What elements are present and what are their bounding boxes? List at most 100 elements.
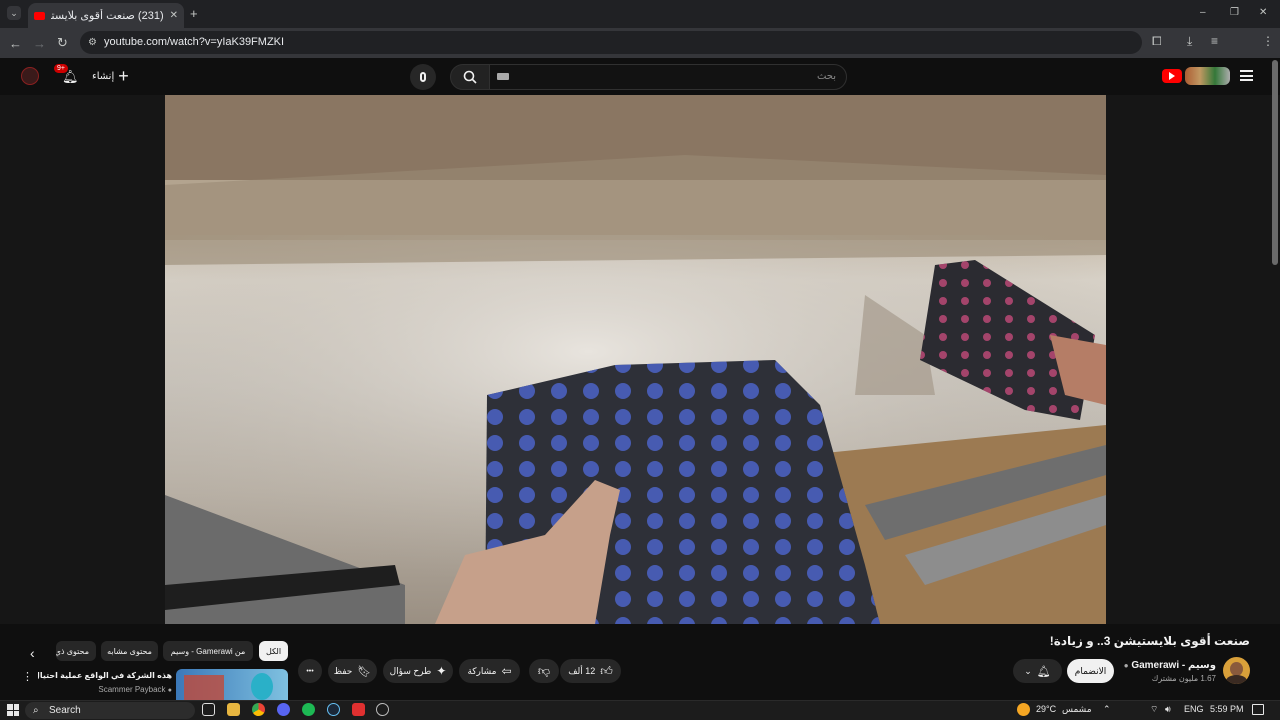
thumbs-down-icon: 👎︎ — [537, 663, 551, 678]
chevron-down-icon: ⌄ — [1024, 665, 1032, 676]
search-icon: ⌕ — [33, 705, 39, 716]
dislike-button[interactable]: 👎︎ — [529, 659, 559, 683]
chips-prev-arrow-icon[interactable]: ‹ — [30, 645, 35, 661]
start-button-icon[interactable] — [7, 704, 19, 716]
extensions-icon[interactable]: ⧠ — [1152, 35, 1162, 47]
create-label: إنشاء — [92, 70, 115, 82]
like-count: 12 ألف — [568, 665, 596, 676]
browser-tab-strip: ⌄ ✕ (231) صنعت أقوى بلايستيشن + – ❐ ✕ — [0, 0, 1280, 28]
share-label: مشاركة — [467, 665, 497, 676]
file-explorer-icon[interactable] — [227, 703, 240, 716]
minimize-icon[interactable]: – — [1200, 8, 1206, 18]
close-window-icon[interactable]: ✕ — [1259, 8, 1267, 18]
channel-avatar[interactable] — [1223, 657, 1250, 684]
browser-tab[interactable]: ✕ (231) صنعت أقوى بلايستيشن — [28, 3, 184, 28]
sparkle-icon: ✦ — [436, 664, 447, 678]
recommendation-title[interactable]: هذه الشركة في الواقع عملية احتيال سرية — [38, 671, 172, 680]
subscribed-notifications-button[interactable]: ⌄ 🔔︎ — [1013, 659, 1062, 683]
ask-label: طرح سؤال — [389, 665, 432, 676]
chip-from-channel-label: من Gamerawi - وسيم — [170, 646, 246, 656]
weather-temp[interactable]: 29°C — [1036, 704, 1056, 714]
recommendation-menu-icon[interactable]: ⋮ — [22, 670, 33, 683]
taskbar-search[interactable]: ⌕ Search — [25, 702, 195, 719]
chip-from-channel[interactable]: من Gamerawi - وسيم — [163, 641, 253, 661]
back-icon[interactable]: ← — [9, 37, 22, 50]
weather-sun-icon[interactable] — [1017, 703, 1030, 716]
reload-icon[interactable]: ↻ — [57, 36, 68, 49]
forward-icon[interactable]: → — [33, 37, 46, 50]
video-frame[interactable] — [165, 95, 1106, 624]
play-icon — [1169, 72, 1175, 80]
tab-title: (231) صنعت أقوى بلايستيشن — [51, 10, 164, 22]
chip-all-label: الكل — [265, 646, 282, 656]
app-red-icon[interactable] — [352, 703, 365, 716]
like-button[interactable]: 12 ألف 👍︎ — [560, 659, 621, 683]
network-icon[interactable]: ⌔ — [1150, 704, 1158, 715]
youtube-favicon-icon — [34, 11, 45, 20]
voice-search-button[interactable] — [410, 64, 436, 90]
chip-related-label: محتوى ذي صلة — [56, 646, 89, 656]
chip-all[interactable]: الكل — [259, 641, 288, 661]
more-icon: ••• — [306, 667, 314, 675]
spotify-icon[interactable] — [302, 703, 315, 716]
join-label: الانضمام — [1074, 665, 1107, 676]
language-indicator[interactable]: ENG — [1184, 704, 1204, 714]
notifications-button[interactable]: 🔔︎ 9+ — [54, 64, 79, 86]
download-icon[interactable]: ⤓ — [1187, 35, 1192, 47]
create-button[interactable]: إنشاء + — [92, 65, 129, 87]
chrome-taskbar-icon[interactable] — [252, 703, 265, 716]
new-tab-button[interactable]: + — [190, 7, 198, 20]
tab-list-icon[interactable]: ⌄ — [7, 6, 21, 20]
chip-similar[interactable]: محتوى مشابه — [101, 641, 158, 661]
verified-icon: ● — [167, 687, 172, 694]
microphone-icon — [420, 72, 426, 82]
search-button[interactable] — [450, 64, 490, 90]
recommendation-thumbnail[interactable] — [176, 669, 288, 700]
chip-similar-label: محتوى مشابه — [107, 646, 152, 656]
discord-icon[interactable] — [277, 703, 290, 716]
subscriber-count: 1.67 مليون مشترك — [1151, 674, 1216, 683]
save-button[interactable]: حفظ 🔖︎ — [328, 659, 377, 683]
save-label: حفظ — [333, 665, 353, 676]
more-actions-button[interactable]: ••• — [298, 659, 322, 683]
notification-badge: 9+ — [54, 64, 68, 73]
restore-icon[interactable]: ❐ — [1230, 8, 1239, 18]
search-icon — [463, 70, 477, 84]
youtube-logo[interactable] — [1162, 69, 1182, 83]
account-avatar[interactable] — [21, 67, 39, 85]
site-info-icon[interactable]: ⚙ — [88, 31, 97, 54]
taskbar-search-label: Search — [49, 705, 81, 716]
keyboard-icon[interactable] — [497, 73, 509, 80]
bookmark-icon: 🔖︎ — [357, 665, 372, 678]
page-scrollbar[interactable] — [1272, 60, 1278, 265]
search-input[interactable]: بحث — [489, 64, 847, 90]
video-content-image — [165, 95, 1106, 624]
join-button[interactable]: الانضمام — [1067, 659, 1114, 683]
app-circle-icon[interactable] — [376, 703, 389, 716]
verified-icon: ● — [1123, 661, 1129, 670]
logo-doodle — [1185, 67, 1230, 85]
channel-name-text: وسيم - Gamerawi — [1131, 660, 1216, 671]
volume-icon[interactable]: 🔊︎ — [1165, 704, 1171, 715]
recommendation-channel[interactable]: Scammer Payback ● — [60, 685, 172, 694]
video-title: صنعت أقوى بلايستيشن 3.. و زيادة! — [1049, 634, 1250, 648]
share-arrow-icon: ⇦ — [501, 664, 512, 678]
notification-center-icon[interactable] — [1252, 704, 1264, 715]
tray-overflow-icon[interactable]: ⌃ — [1103, 704, 1111, 715]
chip-related[interactable]: محتوى ذي صلة — [56, 641, 96, 661]
bell-icon: 🔔︎ — [1036, 665, 1051, 678]
url-text: youtube.com/watch?v=yIaK39FMZKI — [104, 36, 285, 48]
steam-icon[interactable] — [327, 703, 340, 716]
task-view-icon[interactable] — [202, 703, 215, 716]
chrome-menu-icon[interactable]: ⋮ — [1262, 35, 1274, 47]
close-tab-icon[interactable]: ✕ — [170, 10, 178, 21]
media-queue-icon[interactable]: ≡ — [1211, 35, 1218, 47]
clock[interactable]: 5:59 PM — [1210, 704, 1244, 714]
address-bar[interactable]: ⚙ youtube.com/watch?v=yIaK39FMZKI — [80, 31, 1142, 54]
share-button[interactable]: مشاركة ⇦ — [459, 659, 520, 683]
guide-menu-icon[interactable] — [1240, 70, 1253, 81]
recommendation-channel-name: Scammer Payback — [98, 685, 166, 694]
thumbs-up-icon: 👍︎ — [600, 663, 613, 678]
weather-desc: مشمس — [1062, 704, 1092, 714]
ask-button[interactable]: طرح سؤال ✦ — [383, 659, 453, 683]
